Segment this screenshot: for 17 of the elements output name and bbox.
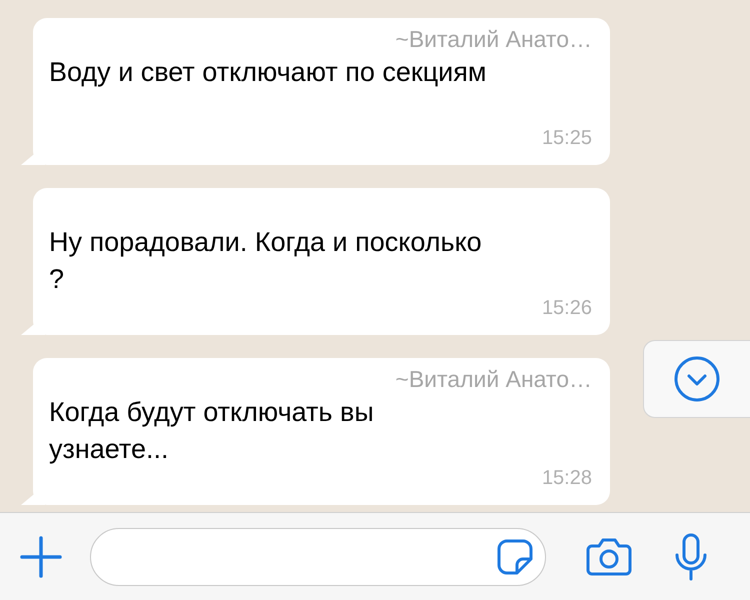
camera-icon <box>586 538 632 576</box>
message-text: Воду и свет отключают по секциям <box>49 56 488 89</box>
message-text: Ну порадовали. Когда и посколько ? <box>49 226 483 296</box>
sender-name: ~Виталий Анато… <box>395 25 592 54</box>
add-button[interactable] <box>20 536 62 578</box>
camera-button[interactable] <box>586 538 632 576</box>
message-time: 15:26 <box>542 296 592 321</box>
microphone-icon <box>674 532 708 580</box>
scroll-down-button[interactable] <box>643 340 750 418</box>
sender-name: ~Виталий Анато… <box>395 365 592 394</box>
sticker-icon <box>497 538 533 574</box>
message-text: Когда будут отключать вы узнаете... <box>49 396 375 466</box>
plus-icon <box>20 536 62 578</box>
microphone-button[interactable] <box>674 532 708 580</box>
message-time: 15:28 <box>542 466 592 491</box>
chevron-down-icon <box>674 356 720 402</box>
message-time: 15:25 <box>542 126 592 151</box>
